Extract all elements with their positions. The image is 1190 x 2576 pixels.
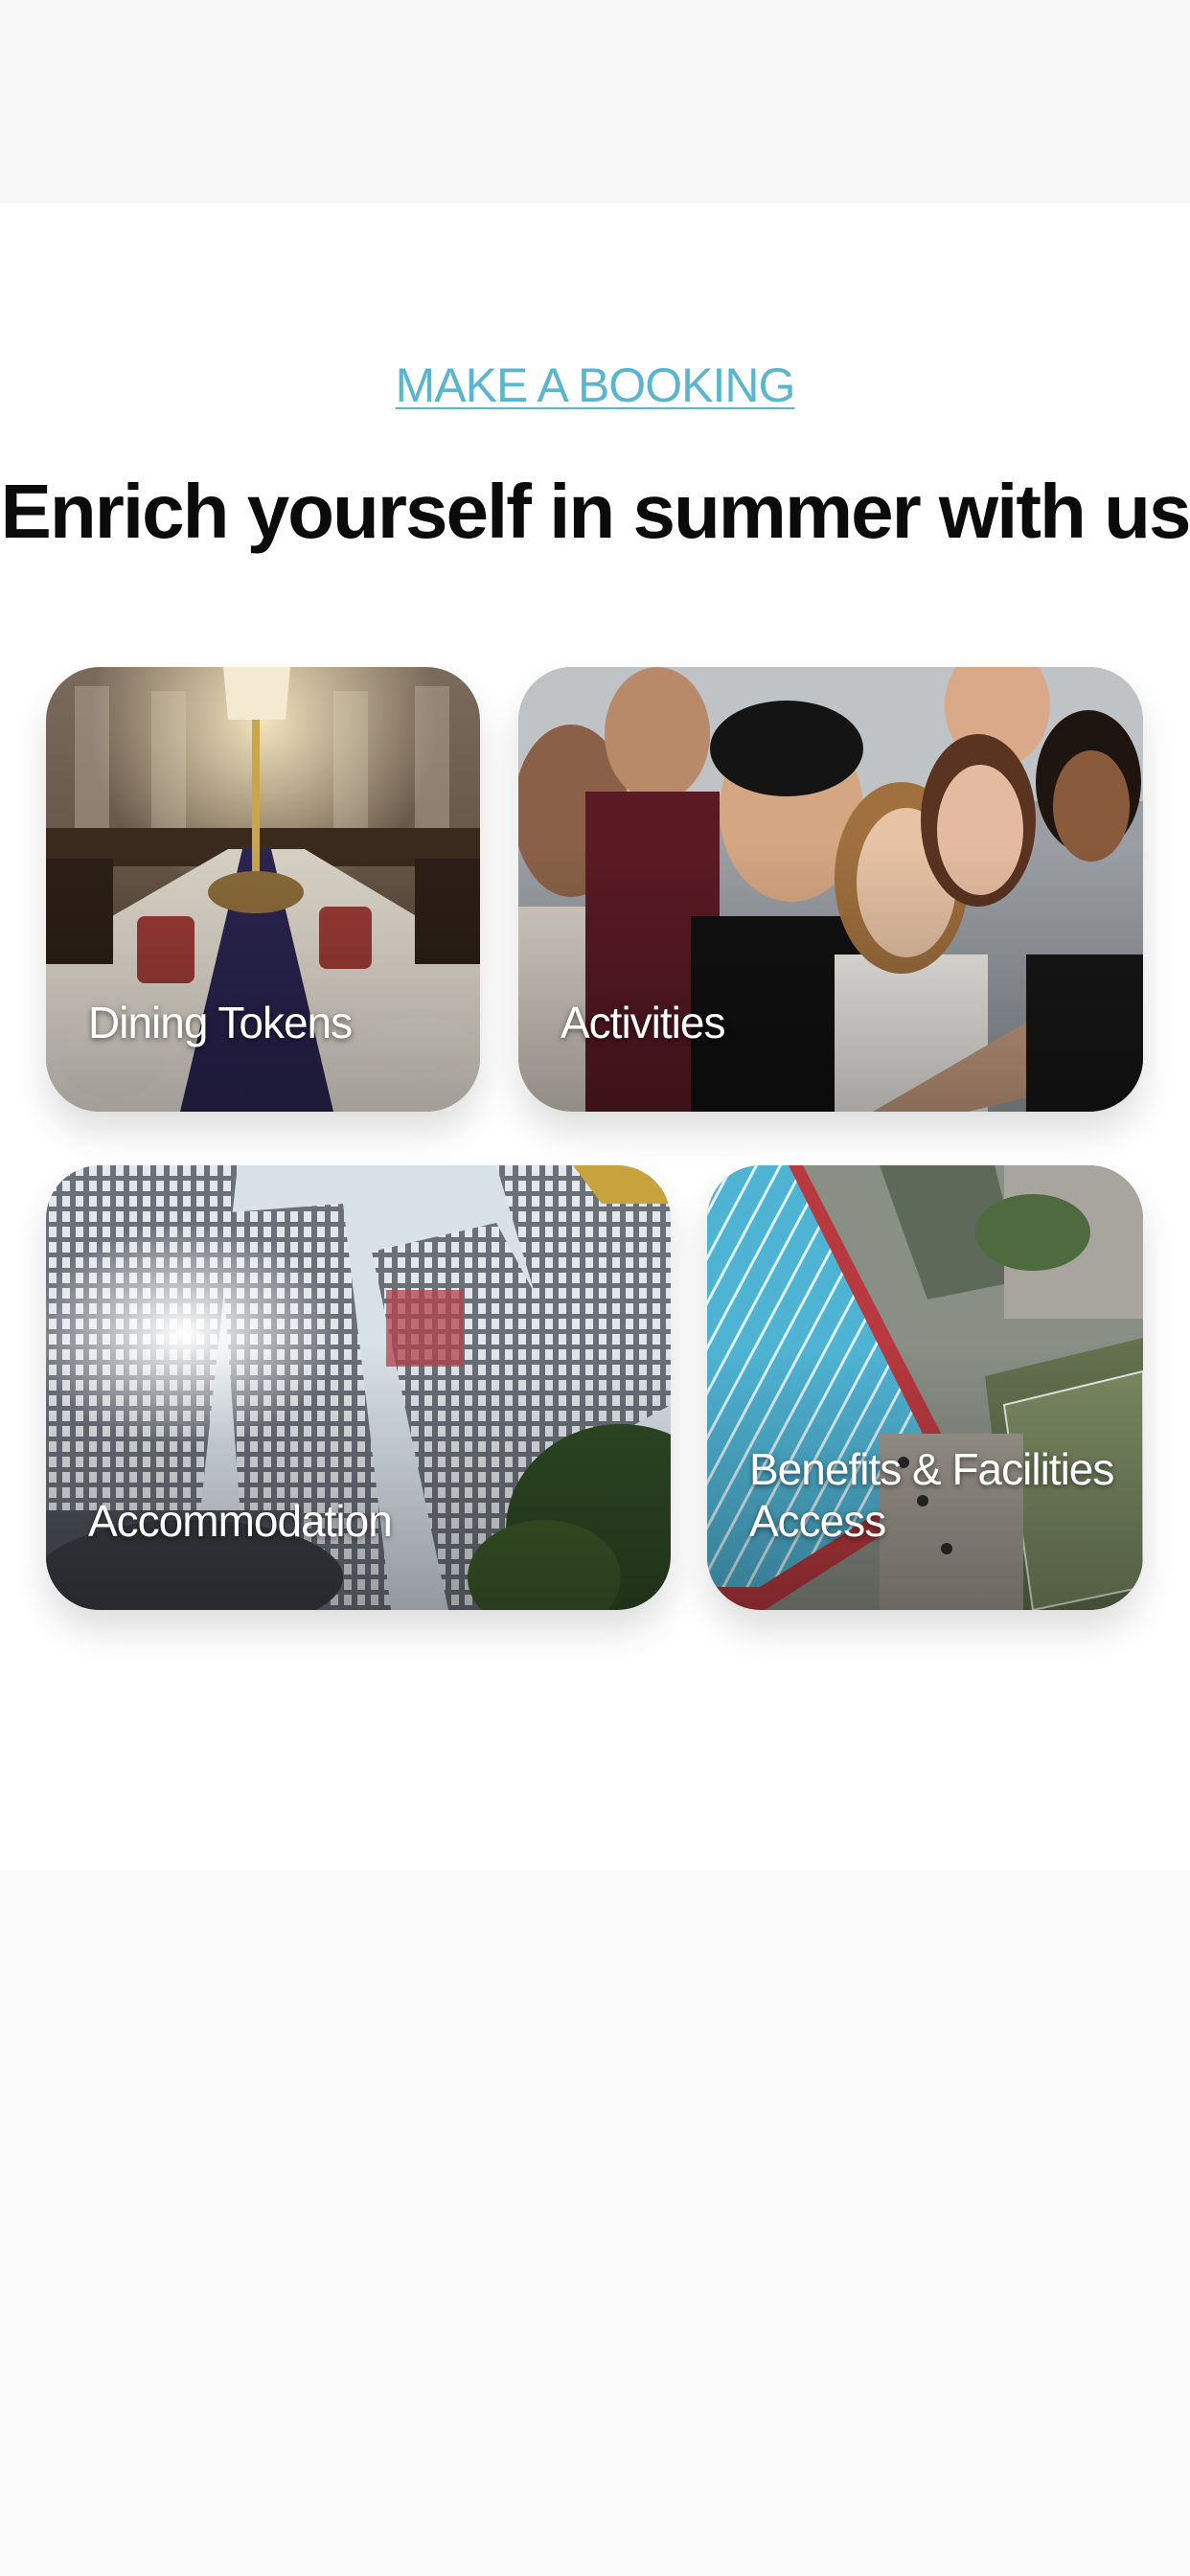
category-tile-benefits-facilities-access[interactable]: Benefits & Facilities Access [707, 1165, 1143, 1610]
tile-label-benefits-facilities-access: Benefits & Facilities Access [749, 1444, 1114, 1546]
top-spacer [0, 0, 1190, 203]
make-a-booking-link[interactable]: MAKE A BOOKING [0, 357, 1190, 413]
page-headline: Enrich yourself in summer with us [0, 469, 1190, 554]
category-tile-accommodation[interactable]: Accommodation [46, 1165, 671, 1610]
category-tile-dining-tokens[interactable]: Dining Tokens [46, 667, 480, 1112]
tile-label-activities: Activities [561, 998, 725, 1047]
tile-label-accommodation: Accommodation [88, 1496, 393, 1546]
category-tile-activities[interactable]: Activities [518, 667, 1143, 1112]
bottom-spacer [0, 1871, 1190, 2576]
tile-label-dining-tokens: Dining Tokens [88, 998, 353, 1047]
